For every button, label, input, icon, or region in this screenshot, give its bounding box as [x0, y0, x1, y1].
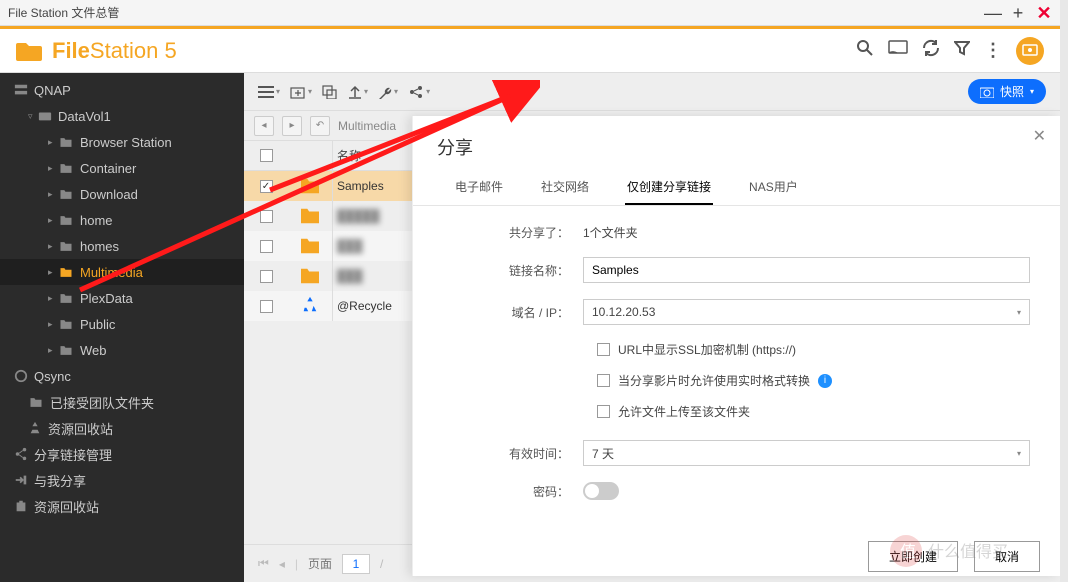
app-title: FileStation 5: [52, 38, 177, 64]
minimize-icon[interactable]: —: [984, 4, 1000, 22]
sidebar-item-label: DataVol1: [58, 109, 111, 124]
upload-checkbox[interactable]: [597, 405, 610, 418]
pager-label: 页面: [308, 555, 332, 572]
sidebar-item-web[interactable]: ▸Web: [0, 337, 244, 363]
valid-label: 有效时间：: [443, 445, 583, 462]
pager-current-input[interactable]: [342, 554, 370, 574]
password-label: 密码：: [443, 483, 583, 500]
copy-button[interactable]: [322, 85, 338, 99]
linkname-label: 链接名称：: [443, 262, 583, 279]
sidebar-item-label: 与我分享: [34, 471, 86, 490]
sidebar-item-已接受团队文件夹[interactable]: 已接受团队文件夹: [0, 389, 244, 415]
window-title: File Station 文件总管: [8, 4, 984, 21]
sidebar-item-label: homes: [80, 239, 119, 254]
sidebar-item-label: Multimedia: [80, 265, 143, 280]
sidebar-item-label: Download: [80, 187, 138, 202]
search-icon[interactable]: [856, 39, 874, 62]
sidebar-item-label: Public: [80, 317, 115, 332]
sidebar-item-label: QNAP: [34, 83, 71, 98]
sidebar-item-public[interactable]: ▸Public: [0, 311, 244, 337]
sidebar-item-browser-station[interactable]: ▸Browser Station: [0, 129, 244, 155]
domain-label: 域名 / IP：: [443, 304, 583, 321]
view-mode-button[interactable]: ▾: [258, 85, 280, 99]
dialog-title: 分享: [413, 116, 1060, 170]
upload-button[interactable]: ▾: [348, 85, 368, 99]
sidebar-item-multimedia[interactable]: ▸Multimedia: [0, 259, 244, 285]
breadcrumb-path[interactable]: Multimedia: [338, 119, 396, 133]
nav-up-button[interactable]: ↶: [310, 116, 330, 136]
nav-back-button[interactable]: ◂: [254, 116, 274, 136]
maximize-icon[interactable]: +: [1010, 4, 1026, 22]
transcode-label: 当分享影片时允许使用实时格式转换: [618, 372, 810, 389]
info-icon[interactable]: i: [818, 374, 832, 388]
sidebar-item-分享链接管理[interactable]: 分享链接管理: [0, 441, 244, 467]
ssl-label: URL中显示SSL加密机制 (https://): [618, 341, 796, 358]
share-tab-1[interactable]: 社交网络: [539, 170, 591, 205]
sidebar-item-label: 已接受团队文件夹: [50, 393, 154, 412]
share-tabs: 电子邮件社交网络仅创建分享链接 NAS用户: [413, 170, 1060, 206]
sidebar-item-与我分享[interactable]: 与我分享: [0, 467, 244, 493]
titlebar: File Station 文件总管 — + ✕: [0, 0, 1060, 26]
sidebar-item-label: Web: [80, 343, 107, 358]
pager-first-icon[interactable]: ⏮: [258, 556, 269, 571]
close-icon[interactable]: ✕: [1036, 4, 1052, 22]
password-toggle[interactable]: [583, 482, 619, 500]
app-header: FileStation 5 ⋮: [0, 29, 1060, 73]
sidebar-item-资源回收站[interactable]: 资源回收站: [0, 493, 244, 519]
share-dialog: ✕ 分享 电子邮件社交网络仅创建分享链接 NAS用户 共分享了： 1个文件夹 链接…: [412, 116, 1060, 576]
sidebar-item-qsync[interactable]: Qsync: [0, 363, 244, 389]
svg-text:什么值得买: 什么值得买: [928, 543, 1008, 561]
cast-icon[interactable]: [888, 40, 908, 61]
sidebar-item-label: PlexData: [80, 291, 133, 306]
sidebar: QNAP▿DataVol1▸Browser Station▸Container▸…: [0, 73, 244, 582]
sidebar-item-资源回收站[interactable]: 资源回收站: [0, 415, 244, 441]
share-tab-0[interactable]: 电子邮件: [453, 170, 505, 205]
sidebar-item-download[interactable]: ▸Download: [0, 181, 244, 207]
sidebar-item-label: 资源回收站: [48, 419, 113, 438]
snapshot-button[interactable]: 快照▾: [968, 79, 1046, 104]
ssl-checkbox[interactable]: [597, 343, 610, 356]
sidebar-item-label: 资源回收站: [34, 497, 99, 516]
sidebar-item-datavol1[interactable]: ▿DataVol1: [0, 103, 244, 129]
tools-button[interactable]: ▾: [378, 85, 398, 99]
new-folder-button[interactable]: ▾: [290, 85, 312, 99]
dialog-close-icon[interactable]: ✕: [1033, 126, 1046, 146]
share-tab-2[interactable]: 仅创建分享链接: [625, 170, 713, 205]
sidebar-item-qnap[interactable]: QNAP: [0, 77, 244, 103]
sidebar-item-label: Qsync: [34, 369, 71, 384]
share-summary-label: 共分享了：: [443, 224, 583, 241]
linkname-input[interactable]: [583, 257, 1030, 283]
app-launcher-icon[interactable]: [1016, 37, 1044, 65]
watermark: 值什么值得买: [886, 531, 1056, 576]
sidebar-item-label: home: [80, 213, 113, 228]
sidebar-item-label: Container: [80, 161, 136, 176]
share-button[interactable]: ▾: [408, 85, 430, 99]
upload-label: 允许文件上传至该文件夹: [618, 403, 750, 420]
sidebar-item-homes[interactable]: ▸homes: [0, 233, 244, 259]
sidebar-item-label: Browser Station: [80, 135, 172, 150]
sidebar-item-container[interactable]: ▸Container: [0, 155, 244, 181]
nav-forward-button[interactable]: ▸: [282, 116, 302, 136]
sidebar-item-plexdata[interactable]: ▸PlexData: [0, 285, 244, 311]
refresh-icon[interactable]: [922, 39, 940, 62]
toolbar: ▾ ▾ ▾ ▾ ▾ 快照▾: [244, 73, 1060, 111]
filter-icon[interactable]: [954, 40, 970, 61]
sidebar-item-label: 分享链接管理: [34, 445, 112, 464]
pager-prev-icon[interactable]: ◂: [279, 557, 285, 571]
svg-text:值: 值: [900, 543, 916, 561]
share-summary-value: 1个文件夹: [583, 224, 1030, 241]
folder-icon: [16, 40, 42, 62]
sidebar-item-home[interactable]: ▸home: [0, 207, 244, 233]
transcode-checkbox[interactable]: [597, 374, 610, 387]
select-all-checkbox[interactable]: [260, 149, 273, 162]
share-tab-3[interactable]: NAS用户: [747, 170, 800, 205]
valid-select[interactable]: 7 天▾: [583, 440, 1030, 466]
domain-select[interactable]: 10.12.20.53▾: [583, 299, 1030, 325]
more-icon[interactable]: ⋮: [984, 40, 1002, 61]
